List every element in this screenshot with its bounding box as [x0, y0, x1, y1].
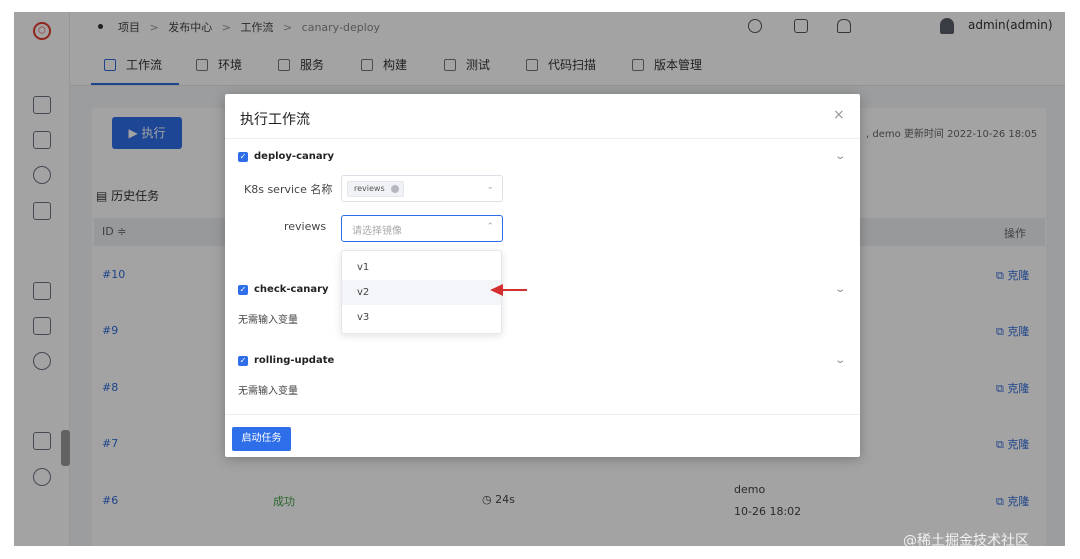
job-checkbox-check-canary[interactable]: ✓: [238, 285, 248, 295]
job-checkbox-rolling-update[interactable]: ✓: [238, 356, 248, 366]
image-placeholder: 请选择镜像: [352, 226, 402, 237]
dropdown-option-v2[interactable]: v2: [342, 280, 501, 305]
tag-remove-icon[interactable]: [390, 185, 399, 193]
dialog-title: 执行工作流: [240, 112, 310, 128]
job-checkbox-deploy-canary[interactable]: ✓: [238, 152, 248, 162]
job-name: deploy-canary: [254, 151, 335, 162]
no-input-note: 无需输入变量: [238, 386, 298, 397]
job-name: rolling-update: [254, 355, 335, 366]
close-icon[interactable]: ×: [833, 107, 845, 123]
dialog-body: ✓ deploy-canary ⌄ K8s service 名称 reviews…: [225, 139, 860, 414]
watermark: @稀土掘金技术社区: [903, 533, 1029, 549]
image-label: reviews: [284, 220, 327, 233]
chevron-down-icon[interactable]: ⌄: [834, 151, 846, 162]
annotation-arrow-icon: [490, 284, 527, 296]
dropdown-option-v1[interactable]: v1: [342, 255, 501, 280]
service-tag: reviews: [347, 181, 404, 197]
divider: [225, 414, 860, 415]
k8s-service-select[interactable]: reviews ⌄: [341, 175, 503, 202]
image-dropdown: v1 v2 v3: [341, 250, 502, 334]
no-input-note: 无需输入变量: [238, 315, 298, 326]
dropdown-option-v3[interactable]: v3: [342, 305, 501, 330]
k8s-service-label: K8s service 名称: [244, 183, 333, 196]
run-workflow-dialog: 执行工作流 × ✓ deploy-canary ⌄ K8s service 名称…: [225, 94, 860, 457]
chevron-down-icon[interactable]: ⌄: [834, 355, 846, 366]
job-name: check-canary: [254, 284, 329, 295]
chevron-down-icon: ⌄: [486, 182, 494, 192]
chevron-up-icon: ⌃: [486, 222, 494, 232]
chevron-down-icon[interactable]: ⌄: [834, 284, 846, 295]
start-task-button[interactable]: 启动任务: [232, 427, 291, 451]
image-select[interactable]: 请选择镜像 ⌃: [341, 215, 503, 242]
